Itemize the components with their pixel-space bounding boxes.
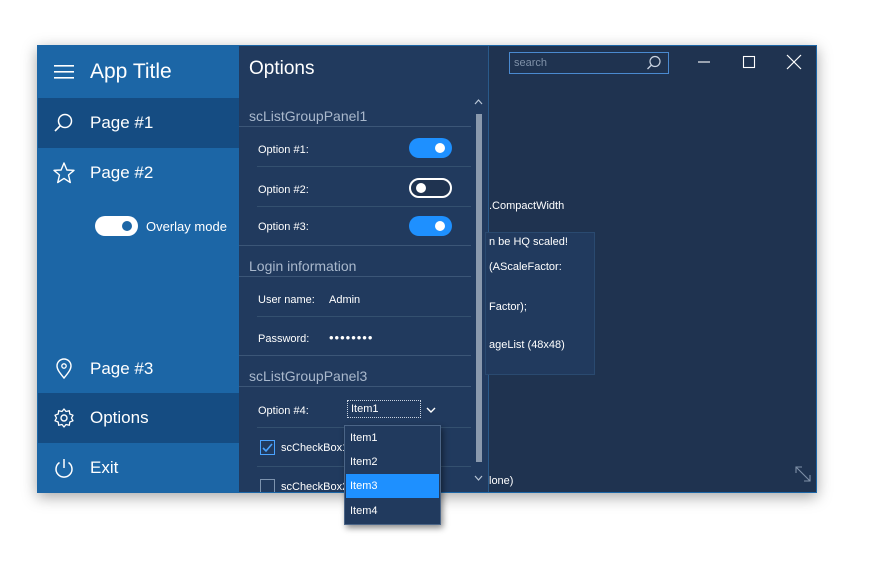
toggle-knob	[435, 221, 445, 231]
maximize-button[interactable]	[729, 50, 769, 74]
option-1-label: Option #1:	[258, 144, 309, 156]
toggle-knob	[416, 183, 426, 193]
main-content: .CompactWidth n be HQ scaled! (AScaleFac…	[485, 46, 816, 492]
divider	[239, 386, 471, 387]
code-snippet: lone)	[489, 475, 514, 487]
code-snippet: n be HQ scaled!	[489, 236, 568, 248]
user-name-label: User name:	[258, 294, 315, 306]
divider	[239, 276, 471, 277]
code-snippet: Factor);	[489, 301, 527, 313]
sidebar-item-page-3[interactable]: Page #3	[38, 344, 239, 394]
options-title: Options	[249, 58, 315, 79]
options-scrollbar[interactable]	[472, 98, 486, 492]
scroll-down-icon[interactable]	[474, 474, 483, 484]
scroll-up-icon[interactable]	[474, 98, 483, 108]
checkbox-2-label: scCheckBox2	[281, 481, 349, 492]
sidebar: App Title Page #1 Page #2 Overlay mode P…	[38, 46, 239, 492]
option-4-dropdown-list: Item1 Item2 Item3 Item4	[344, 425, 441, 525]
sidebar-item-label: Page #1	[90, 113, 154, 132]
sidebar-item-page-1[interactable]: Page #1	[38, 98, 239, 148]
option-1-toggle[interactable]	[409, 138, 452, 158]
maximize-icon	[742, 55, 756, 69]
divider	[239, 126, 471, 127]
option-2-toggle[interactable]	[409, 178, 452, 198]
divider	[239, 355, 471, 356]
overlay-mode-toggle-row[interactable]: Overlay mode	[95, 216, 227, 236]
password-field[interactable]: ••••••••	[329, 330, 373, 345]
dropdown-item-2[interactable]: Item2	[346, 450, 439, 474]
star-icon	[38, 161, 90, 185]
dropdown-item-1[interactable]: Item1	[346, 426, 439, 450]
gear-icon	[38, 407, 90, 429]
option-2-label: Option #2:	[258, 184, 309, 196]
sidebar-item-options[interactable]: Options	[38, 393, 239, 443]
resize-grip-icon[interactable]	[794, 465, 812, 488]
option-4-label: Option #4:	[258, 405, 309, 417]
checkbox-2[interactable]	[260, 479, 275, 492]
sidebar-item-page-2[interactable]: Page #2	[38, 148, 239, 198]
sidebar-item-exit[interactable]: Exit	[38, 443, 239, 493]
checkmark-icon	[262, 443, 273, 453]
group-header-2: Login information	[249, 258, 357, 274]
code-snippet: ageList (48x48)	[489, 339, 565, 351]
divider	[257, 206, 471, 207]
code-snippet: (AScaleFactor:	[489, 261, 562, 273]
minimize-icon	[698, 61, 710, 63]
search-input[interactable]	[510, 53, 640, 73]
checkbox-1[interactable]	[260, 440, 275, 455]
dropdown-item-4[interactable]: Item4	[346, 499, 439, 523]
code-panel: n be HQ scaled! (AScaleFactor: Factor); …	[485, 232, 595, 375]
user-name-field[interactable]: Admin	[329, 294, 360, 306]
chevron-down-icon[interactable]	[425, 402, 437, 420]
sidebar-header: App Title	[38, 46, 239, 98]
checkbox-1-label: scCheckBox1	[281, 442, 349, 454]
search-icon[interactable]	[646, 55, 662, 76]
hamburger-menu-icon[interactable]	[38, 64, 90, 80]
close-button[interactable]	[774, 50, 814, 74]
overlay-mode-toggle[interactable]	[95, 216, 138, 236]
toggle-knob	[122, 221, 132, 231]
toggle-knob	[435, 143, 445, 153]
overlay-mode-label: Overlay mode	[146, 218, 227, 234]
map-pin-icon	[38, 358, 90, 380]
option-4-combobox[interactable]: Item1	[347, 400, 421, 418]
sidebar-item-label: Options	[90, 408, 149, 427]
scroll-thumb[interactable]	[476, 114, 482, 462]
dropdown-item-3[interactable]: Item3	[346, 474, 439, 498]
app-title: App Title	[90, 60, 172, 83]
sidebar-item-label: Page #2	[90, 163, 154, 182]
option-3-label: Option #3:	[258, 221, 309, 233]
search-icon	[38, 112, 90, 134]
power-icon	[38, 457, 90, 479]
sidebar-item-label: Exit	[90, 458, 119, 477]
divider	[257, 166, 471, 167]
divider	[239, 245, 471, 246]
option-3-toggle[interactable]	[409, 216, 452, 236]
group-header-1: scListGroupPanel1	[249, 108, 368, 124]
search-box[interactable]	[509, 52, 669, 74]
code-snippet: .CompactWidth	[489, 200, 565, 212]
minimize-button[interactable]	[684, 50, 724, 74]
password-label: Password:	[258, 333, 310, 345]
close-icon	[786, 54, 802, 70]
group-header-3: scListGroupPanel3	[249, 368, 368, 384]
divider	[257, 316, 471, 317]
sidebar-item-label: Page #3	[90, 359, 154, 378]
